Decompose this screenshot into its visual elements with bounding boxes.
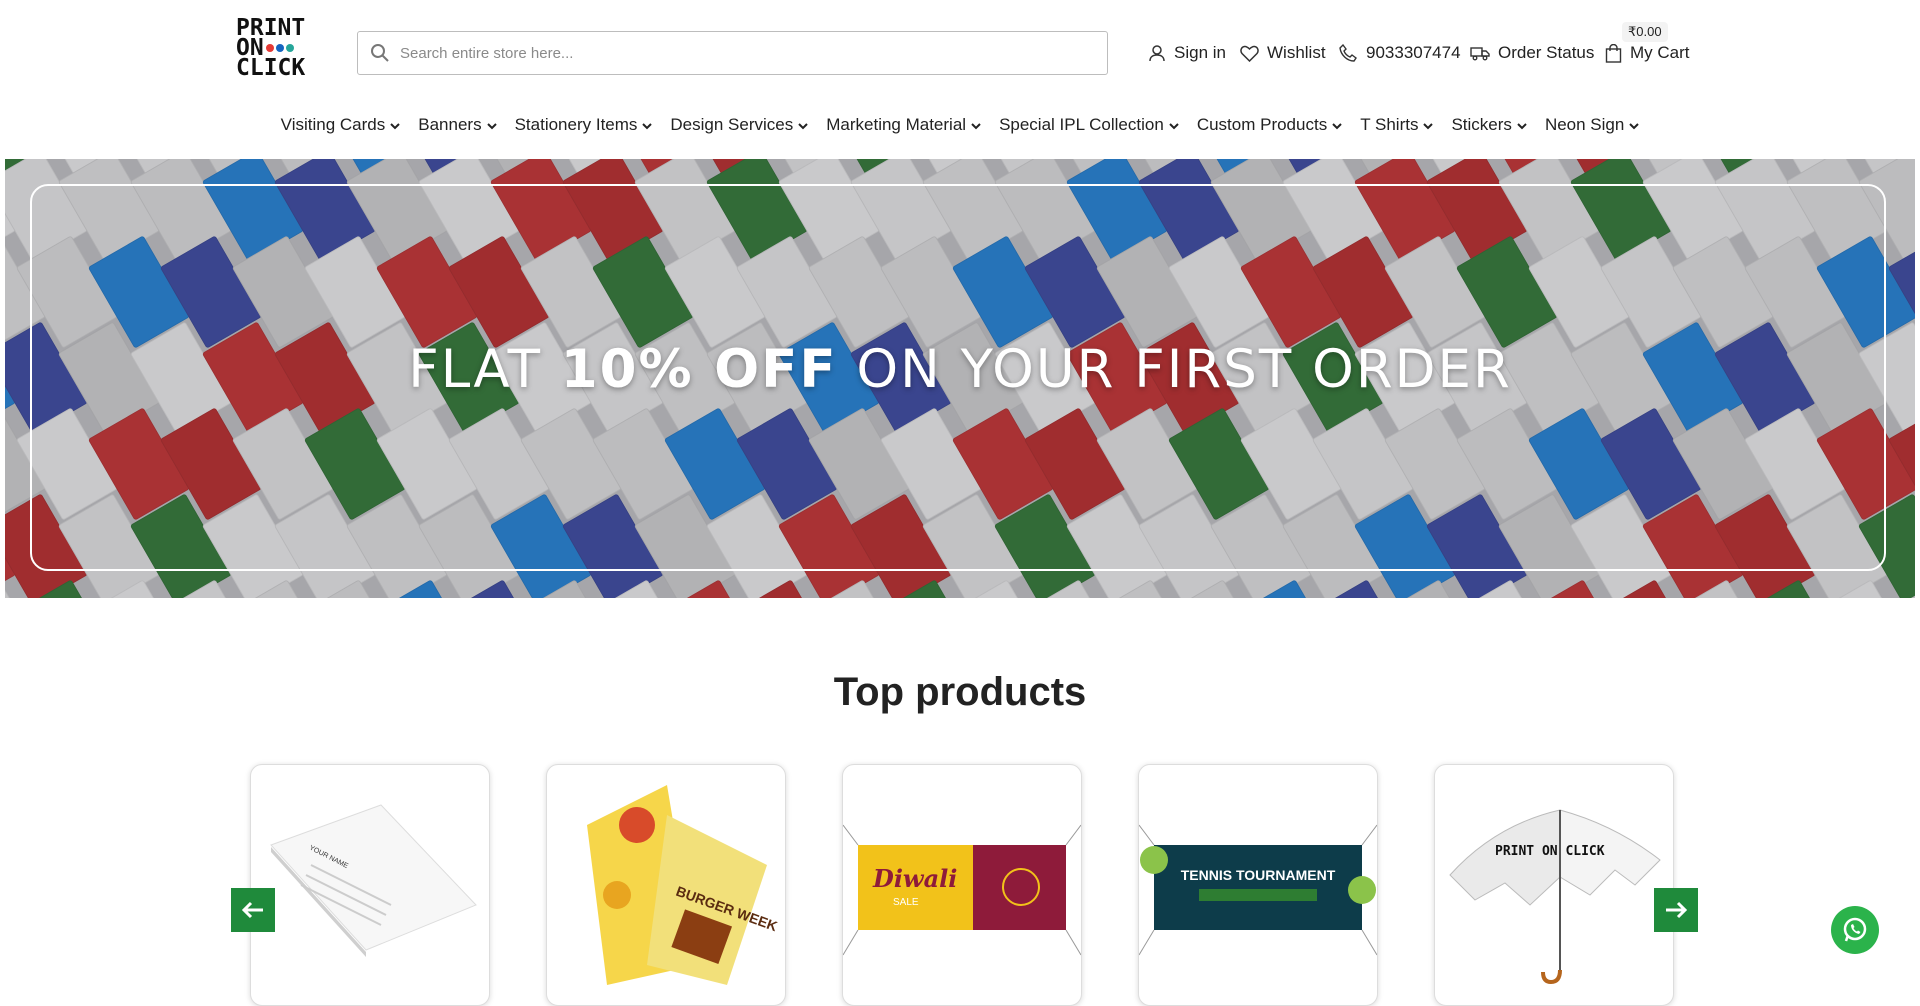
arrow-left-icon [241, 901, 265, 919]
wishlist-link[interactable]: Wishlist [1240, 40, 1326, 66]
section-title: Top products [833, 670, 1087, 714]
nav-marketing-material[interactable]: Marketing Material [826, 112, 981, 138]
cart-total-badge: ₹0.00 [1622, 22, 1668, 42]
chevron-down-icon [1169, 115, 1179, 135]
nav-stationery-items[interactable]: Stationery Items [515, 112, 653, 138]
diwali-banner-image: Diwali SALE [843, 824, 1081, 956]
chevron-down-icon [390, 115, 400, 135]
phone-icon [1339, 43, 1366, 63]
promo-hero-banner[interactable]: FLAT 10% OFF ON YOUR FIRST ORDER [5, 159, 1915, 598]
product-card-umbrella[interactable]: PRINT ON CLICK [1434, 764, 1674, 1006]
phone-link[interactable]: 9033307474 [1339, 40, 1461, 66]
shopping-bag-icon [1605, 43, 1630, 63]
chevron-down-icon [1629, 115, 1640, 135]
wishlist-label: Wishlist [1267, 43, 1326, 62]
chevron-down-icon [1517, 115, 1527, 135]
nav-design-services[interactable]: Design Services [670, 112, 808, 138]
sign-in-label: Sign in [1174, 43, 1226, 62]
svg-text:Diwali: Diwali [872, 864, 957, 893]
nav-custom-products[interactable]: Custom Products [1197, 112, 1342, 138]
brochure-image: BURGER WEEK [587, 785, 780, 985]
search-icon[interactable] [370, 43, 390, 63]
order-status-link[interactable]: Order Status [1470, 40, 1594, 66]
nav-special-ipl-collection[interactable]: Special IPL Collection [999, 112, 1179, 138]
user-icon [1148, 44, 1174, 62]
site-logo[interactable]: PRINT ON CLICK [236, 17, 318, 82]
search-input[interactable] [398, 43, 1082, 63]
product-card-brochure[interactable]: BURGER WEEK [546, 764, 786, 1006]
truck-icon [1470, 45, 1498, 61]
letterhead-image: YOUR NAME [270, 804, 477, 957]
nav-label: Special IPL Collection [999, 115, 1164, 134]
sign-in-link[interactable]: Sign in [1148, 40, 1226, 66]
nav-t-shirts[interactable]: T Shirts [1360, 112, 1434, 138]
search-bar[interactable] [357, 31, 1108, 75]
nav-visiting-cards[interactable]: Visiting Cards [281, 112, 401, 138]
tennis-banner-image: TENNIS TOURNAMENT [1139, 824, 1377, 956]
nav-label: Neon Sign [1544, 115, 1625, 134]
carousel-prev-button[interactable] [231, 888, 275, 932]
phone-number: 9033307474 [1366, 43, 1461, 62]
nav-label: Custom Products [1196, 115, 1328, 134]
carousel-next-button[interactable] [1654, 888, 1698, 932]
chevron-down-icon [971, 115, 981, 135]
nav-label: Design Services [670, 115, 794, 134]
order-status-label: Order Status [1498, 43, 1595, 62]
chevron-down-icon [486, 115, 497, 135]
nav-label: Marketing Material [826, 115, 967, 134]
chevron-down-icon [642, 115, 653, 135]
nav-label: Banners [418, 115, 482, 134]
nav-stickers[interactable]: Stickers [1451, 112, 1527, 138]
nav-label: Stickers [1451, 115, 1512, 134]
main-nav: Visiting Cards Banners Stationery Items … [0, 112, 1920, 138]
nav-label: Stationery Items [514, 115, 638, 134]
cart-label: My Cart [1630, 43, 1690, 62]
nav-label: Visiting Cards [280, 115, 386, 134]
chevron-down-icon [1423, 115, 1434, 135]
nav-banners[interactable]: Banners [418, 112, 497, 138]
chevron-down-icon [798, 115, 808, 135]
product-card-letterhead[interactable]: YOUR NAME [250, 764, 490, 1006]
whatsapp-chat-button[interactable] [1831, 906, 1879, 954]
umbrella-image: PRINT ON CLICK [1449, 809, 1661, 985]
product-card-tennis-banner[interactable]: TENNIS TOURNAMENT [1138, 764, 1378, 1006]
product-card-diwali-banner[interactable]: Diwali SALE [842, 764, 1082, 1006]
nav-neon-sign[interactable]: Neon Sign [1544, 112, 1640, 138]
logo-line-3: CLICK [236, 55, 306, 81]
cart-link[interactable]: My Cart [1605, 40, 1690, 66]
heart-icon [1240, 45, 1267, 62]
whatsapp-icon [1840, 915, 1870, 945]
svg-text:PRINT ON CLICK: PRINT ON CLICK [1495, 844, 1605, 859]
chevron-down-icon [1332, 115, 1342, 135]
arrow-right-icon [1664, 901, 1688, 919]
svg-text:SALE: SALE [893, 897, 919, 908]
nav-label: T Shirts [1360, 115, 1419, 134]
hero-headline: FLAT 10% OFF ON YOUR FIRST ORDER [408, 339, 1512, 400]
svg-text:TENNIS TOURNAMENT: TENNIS TOURNAMENT [1181, 867, 1336, 883]
